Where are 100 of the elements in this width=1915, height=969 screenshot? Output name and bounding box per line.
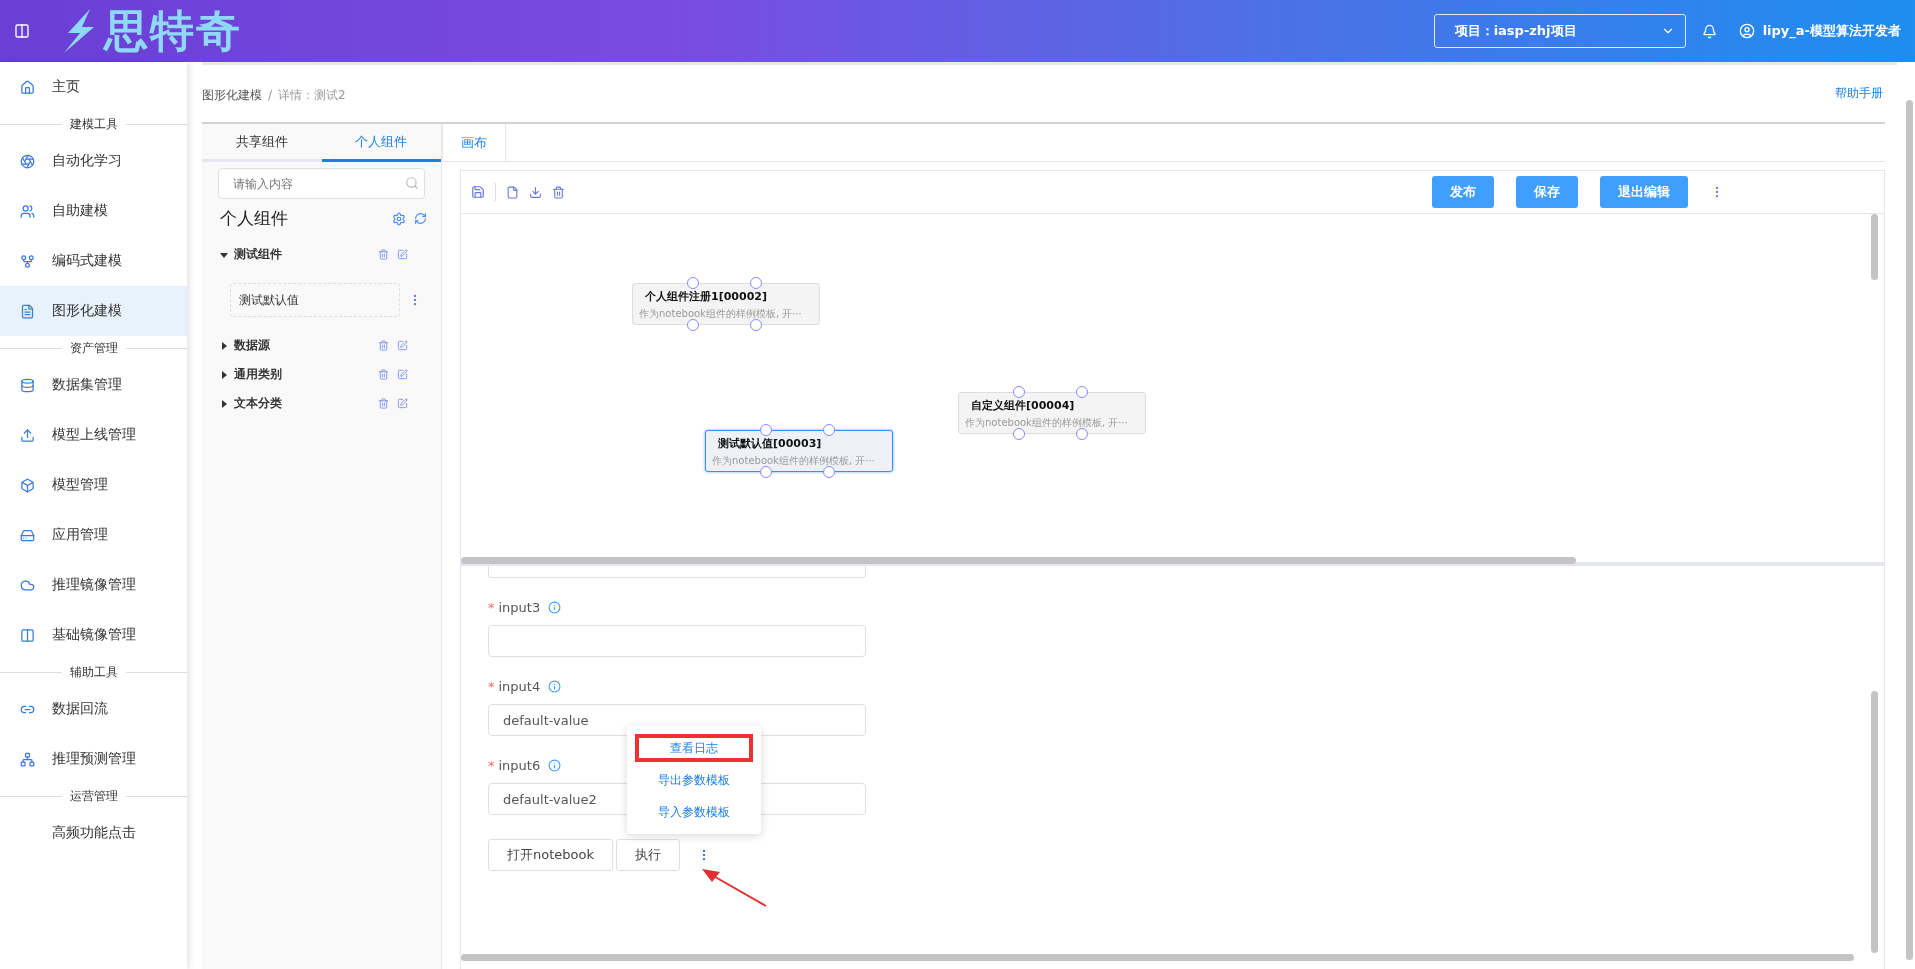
sidebar-item[interactable]: 自动化学习 (0, 136, 187, 186)
menu-item-icon (20, 79, 35, 95)
node-description: 作为notebook组件的样例模板, 开⋯ (965, 416, 1130, 430)
sidebar-item[interactable]: 高频功能点击 (0, 808, 187, 858)
port-handle[interactable] (750, 277, 762, 289)
breadcrumb-link[interactable]: 图形化建模 (202, 87, 262, 102)
bell-icon[interactable] (1701, 23, 1717, 39)
sidebar-item[interactable]: 主页 (0, 62, 187, 112)
section-title: 建模工具 (69, 115, 118, 133)
sidebar-item[interactable]: 推理镜像管理 (0, 560, 187, 610)
port-handle[interactable] (687, 277, 699, 289)
component-item[interactable]: 测试默认值 (230, 283, 400, 317)
port-handle[interactable] (1013, 386, 1025, 398)
user-icon[interactable] (1738, 23, 1755, 39)
info-icon (548, 759, 562, 772)
node-title: 测试默认值[00003] (717, 436, 823, 451)
action-button[interactable]: 执行 (616, 839, 680, 871)
trash-icon[interactable] (378, 249, 389, 260)
field-label: input6 (498, 758, 541, 773)
search-field[interactable]: 请输入内容 (218, 168, 425, 199)
caret-icon[interactable] (220, 250, 228, 259)
panel-tab[interactable]: 共享组件 (202, 124, 322, 162)
port-handle[interactable] (823, 424, 835, 436)
section-title: 辅助工具 (69, 663, 118, 681)
project-select[interactable]: 项目：iasp-zhj项目 (1433, 14, 1686, 48)
scrollbar[interactable] (1906, 100, 1913, 960)
group-label[interactable]: 通用类别 (234, 366, 374, 383)
search-icon (405, 176, 419, 190)
menu-item-icon (20, 577, 35, 593)
node-title: 自定义组件[00004] (970, 398, 1076, 413)
port-handle[interactable] (760, 424, 772, 436)
edit-icon[interactable] (397, 369, 408, 380)
port-handle[interactable] (1076, 386, 1088, 398)
edit-icon[interactable] (397, 249, 408, 260)
node-description: 作为notebook组件的样例模板, 开⋯ (712, 454, 877, 468)
scrollbar[interactable] (461, 557, 1576, 564)
document-icon[interactable] (506, 185, 519, 199)
input-field[interactable] (488, 566, 866, 578)
menu-item-icon (20, 253, 35, 269)
menu-item-icon (20, 427, 35, 443)
sidebar-item[interactable]: 基础镜像管理 (0, 610, 187, 660)
edit-icon[interactable] (397, 398, 408, 409)
section-title: 资产管理 (69, 339, 118, 357)
download-icon[interactable] (529, 185, 542, 199)
help-link[interactable]: 帮助手册 (1835, 85, 1883, 102)
settings-icon[interactable] (392, 211, 406, 226)
action-button[interactable]: 打开notebook (488, 839, 613, 871)
info-icon (548, 680, 562, 693)
edit-icon[interactable] (397, 340, 408, 351)
sidebar-item[interactable]: 数据回流 (0, 684, 187, 734)
node-description: 作为notebook组件的样例模板, 开⋯ (639, 307, 804, 321)
menu-item-icon (20, 477, 35, 493)
info-icon (548, 601, 562, 614)
trash-icon[interactable] (378, 398, 389, 409)
sidebar-item[interactable]: 数据集管理 (0, 360, 187, 410)
menu-item-icon (20, 527, 35, 543)
group-label[interactable]: 文本分类 (234, 395, 374, 412)
group-label[interactable]: 测试组件 (234, 246, 374, 263)
logo-text: 思特奇 (104, 3, 242, 58)
sidebar-item[interactable]: 应用管理 (0, 510, 187, 560)
menu-item[interactable]: 导入参数模板 (635, 798, 753, 826)
menu-item-icon (20, 303, 35, 319)
refresh-icon[interactable] (414, 212, 427, 225)
sidebar-item[interactable]: 编码式建模 (0, 236, 187, 286)
required-mark: * (488, 600, 495, 615)
sidebar-item[interactable]: 推理预测管理 (0, 734, 187, 784)
menu-item-icon (20, 627, 35, 643)
menu-item[interactable]: 查看日志 (635, 734, 753, 762)
canvas-tab[interactable]: 画布 (442, 124, 506, 161)
sidebar-item[interactable]: 图形化建模 (0, 286, 187, 336)
field-label: input4 (498, 679, 541, 694)
scrollbar[interactable] (1871, 214, 1878, 280)
component-node[interactable]: 自定义组件[00004] 作为notebook组件的样例模板, 开⋯ (958, 392, 1146, 434)
group-label[interactable]: 数据源 (234, 337, 374, 354)
trash-icon[interactable] (378, 369, 389, 380)
field-label: input3 (498, 600, 541, 615)
caret-icon[interactable] (220, 399, 228, 408)
section-title: 运营管理 (69, 787, 118, 805)
scrollbar[interactable] (461, 954, 1854, 961)
required-mark: * (488, 758, 495, 773)
menu-item-icon (20, 153, 35, 169)
menu-icon[interactable] (14, 23, 30, 39)
breadcrumb-separator: / (268, 87, 273, 102)
scrollbar[interactable] (1871, 691, 1878, 953)
node-title: 个人组件注册1[00002] (644, 289, 768, 304)
menu-item-icon (20, 751, 35, 767)
menu-item-icon (20, 203, 35, 219)
component-node[interactable]: 个人组件注册1[00002] 作为notebook组件的样例模板, 开⋯ (632, 283, 820, 325)
trash-icon[interactable] (552, 185, 565, 199)
sidebar-item[interactable]: 自助建模 (0, 186, 187, 236)
save-icon[interactable] (471, 185, 485, 199)
sidebar-item[interactable]: 模型上线管理 (0, 410, 187, 460)
caret-icon[interactable] (220, 341, 228, 350)
menu-item[interactable]: 导出参数模板 (635, 766, 753, 794)
caret-icon[interactable] (220, 370, 228, 379)
user-name[interactable]: lipy_a-模型算法开发者 (1762, 22, 1901, 40)
input-field[interactable] (488, 625, 866, 657)
sidebar-item[interactable]: 模型管理 (0, 460, 187, 510)
component-node[interactable]: 测试默认值[00003] 作为notebook组件的样例模板, 开⋯ (705, 430, 893, 472)
trash-icon[interactable] (378, 340, 389, 351)
